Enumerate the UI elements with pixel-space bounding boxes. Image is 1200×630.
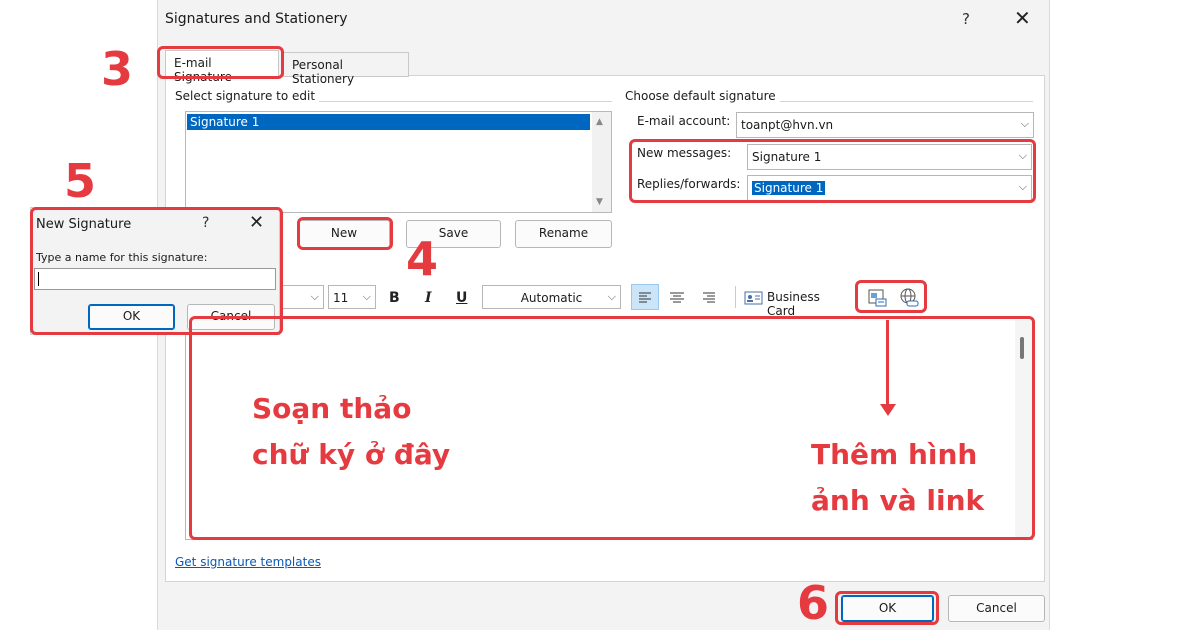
underline-button[interactable]: U [456, 290, 467, 306]
list-item[interactable]: Signature 1 [187, 114, 590, 130]
align-right-icon [703, 292, 715, 303]
scroll-down-icon[interactable]: ▼ [596, 197, 603, 207]
email-account-label: E-mail account: [637, 114, 731, 128]
compose-note-line1: Soạn thảo [252, 392, 412, 425]
highlight-default-signature [629, 139, 1036, 203]
step-number-6: 6 [797, 576, 830, 630]
font-color-select[interactable]: Automatic ⌵ [482, 285, 621, 309]
align-left-button[interactable] [631, 284, 659, 310]
compose-note-line2: chữ ký ở đây [252, 438, 451, 471]
chevron-down-icon: ⌵ [310, 290, 319, 303]
font-color-value: Automatic [520, 291, 583, 305]
step-number-3: 3 [101, 42, 134, 96]
font-size-value: 11 [333, 291, 349, 305]
highlight-email-signature-tab [157, 46, 284, 79]
toolbar-divider [735, 286, 736, 308]
dialog-title: Signatures and Stationery [165, 11, 348, 27]
insert-note-line2: ảnh và link [811, 484, 985, 517]
align-left-icon [639, 292, 651, 303]
select-signature-label: Select signature to edit [175, 89, 320, 103]
email-account-select[interactable]: toanpt@hvn.vn ⌵ [736, 112, 1034, 138]
business-card-button[interactable]: Business Card [744, 289, 848, 318]
close-icon[interactable]: ✕ [1014, 6, 1031, 30]
align-center-icon [670, 292, 684, 303]
chevron-down-icon: ⌵ [362, 290, 371, 303]
group-divider [770, 101, 1033, 102]
chevron-down-icon: ⌵ [1020, 117, 1029, 130]
arrow-down-icon [880, 404, 896, 416]
align-right-button[interactable] [696, 285, 722, 309]
insert-note-line1: Thêm hình [811, 438, 978, 471]
group-divider [310, 101, 612, 102]
annotation-arrow-line [886, 320, 889, 406]
chevron-down-icon: ⌵ [607, 290, 616, 303]
help-icon[interactable]: ? [962, 10, 970, 28]
italic-button[interactable]: I [425, 290, 432, 306]
font-size-select[interactable]: 11 ⌵ [328, 285, 376, 309]
step-number-4: 4 [406, 232, 439, 286]
scroll-up-icon[interactable]: ▲ [596, 117, 603, 127]
tab-personal-stationery[interactable]: Personal Stationery [283, 52, 409, 86]
business-card-label: Business Card [767, 290, 820, 318]
bold-button[interactable]: B [389, 290, 400, 306]
rename-button[interactable]: Rename [515, 220, 612, 248]
align-center-button[interactable] [664, 285, 690, 309]
email-account-value: toanpt@hvn.vn [741, 118, 834, 132]
font-family-select[interactable]: ⌵ [280, 285, 324, 309]
get-templates-link[interactable]: Get signature templates [175, 555, 321, 569]
highlight-insert-buttons [855, 280, 927, 313]
cancel-button[interactable]: Cancel [948, 595, 1045, 622]
highlight-ok-button [835, 591, 939, 625]
default-signature-label: Choose default signature [625, 89, 780, 103]
step-number-5: 5 [64, 154, 97, 208]
business-card-icon [744, 291, 763, 305]
highlight-new-button [297, 217, 393, 250]
